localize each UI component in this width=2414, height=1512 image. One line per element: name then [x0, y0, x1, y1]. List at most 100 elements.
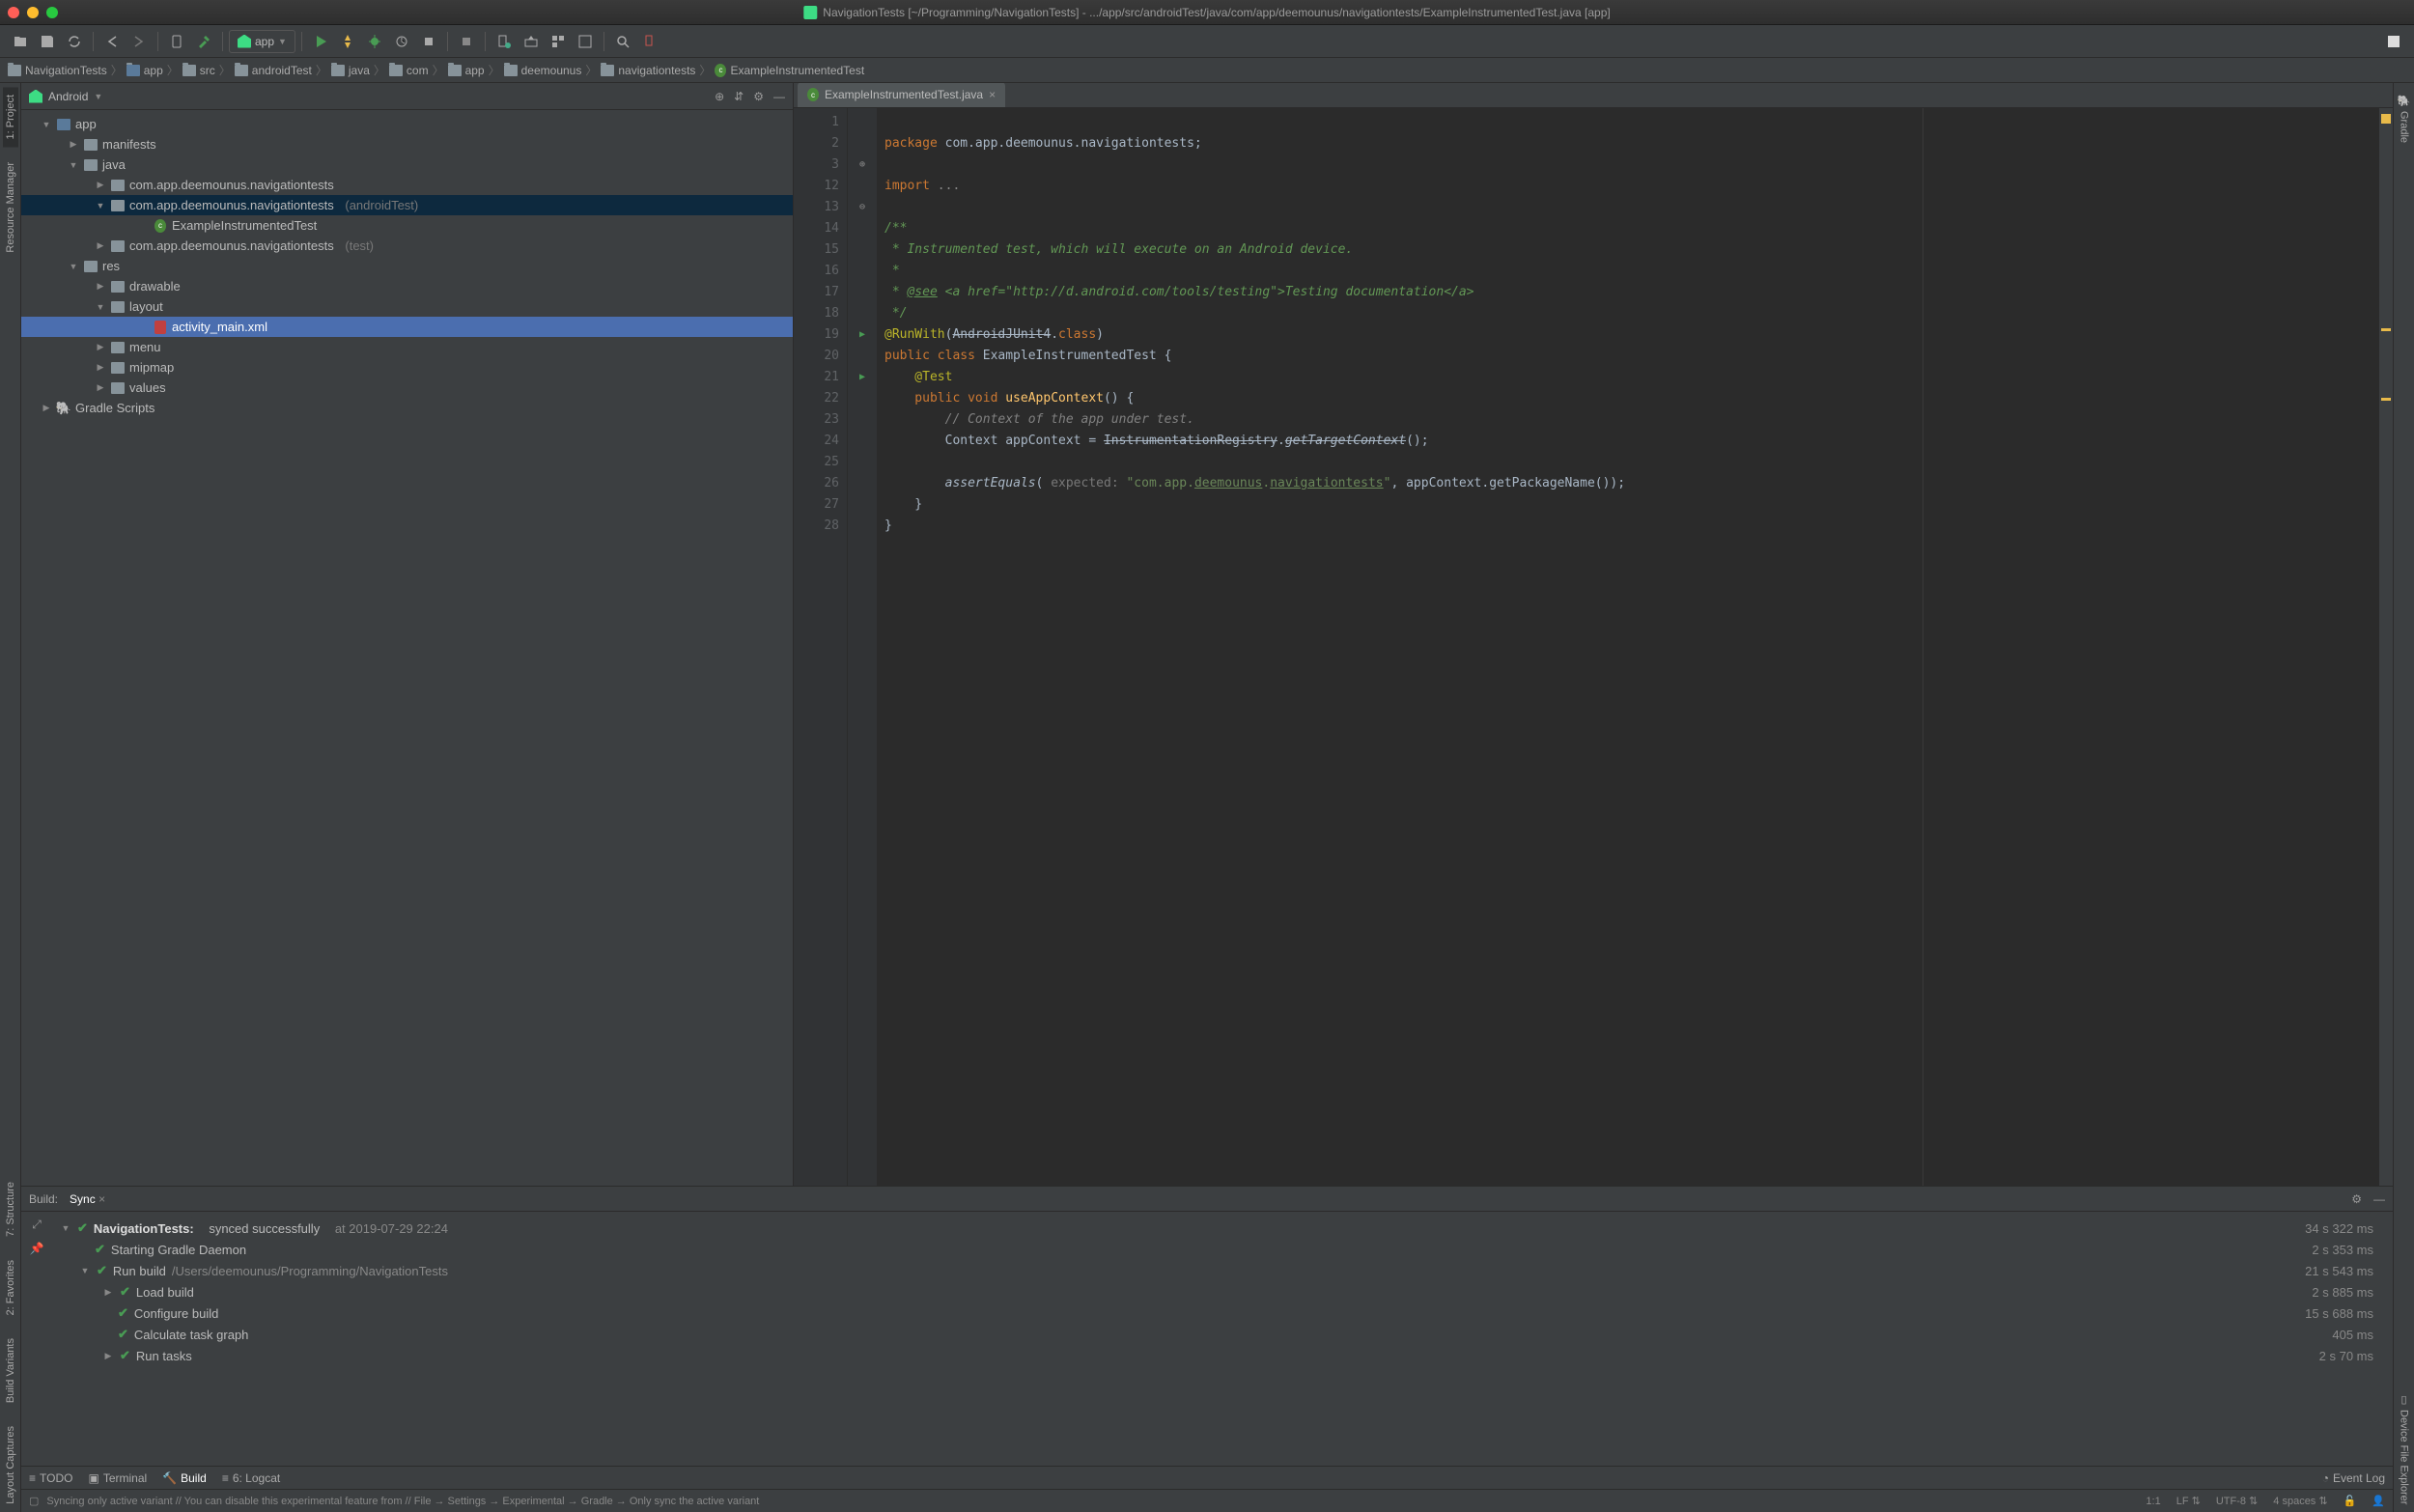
crumb-app[interactable]: app [126, 64, 163, 77]
settings-icon[interactable]: ⚙ [753, 90, 764, 103]
build-output-tree[interactable]: ▼✔NavigationTests: synced successfully a… [52, 1212, 2393, 1466]
android-icon [238, 35, 251, 48]
build-tab-build[interactable]: Build: [29, 1187, 58, 1212]
folder-icon [389, 65, 403, 76]
tree-activity-main[interactable]: activity_main.xml [21, 317, 793, 337]
folder-icon [601, 65, 614, 76]
build-pin-icon[interactable]: 📌 [30, 1242, 44, 1255]
android-icon [29, 90, 42, 103]
device-icon[interactable] [164, 29, 189, 54]
hammer-icon[interactable] [191, 29, 216, 54]
tree-drawable[interactable]: ▶drawable [21, 276, 793, 296]
crumb-src[interactable]: src [182, 64, 215, 77]
crumb-androidtest[interactable]: androidTest [235, 64, 312, 77]
tab-layout-captures[interactable]: Layout Captures [3, 1418, 18, 1512]
run-config-label: app [255, 35, 274, 48]
tree-pkg-androidtest[interactable]: ▼com.app.deemounus.navigationtests (andr… [21, 195, 793, 215]
tab-favorites[interactable]: 2: Favorites [3, 1252, 18, 1323]
sync-icon[interactable] [62, 29, 87, 54]
tree-pkg-test[interactable]: ▶com.app.deemounus.navigationtests (test… [21, 236, 793, 256]
window-close-button[interactable] [8, 7, 19, 18]
inspection-icon[interactable]: 👤 [2372, 1495, 2385, 1507]
project-view-label[interactable]: Android [48, 90, 88, 103]
status-icon[interactable]: ▢ [29, 1495, 39, 1507]
tree-values[interactable]: ▶values [21, 378, 793, 398]
titlebar: NavigationTests [~/Programming/Navigatio… [0, 0, 2414, 25]
android-studio-icon [803, 6, 817, 19]
editor-tab-label: ExampleInstrumentedTest.java [825, 88, 983, 101]
stop-profiler-icon[interactable] [637, 29, 662, 54]
line-ending[interactable]: LF ⇅ [2176, 1495, 2201, 1507]
tree-app[interactable]: ▼app [21, 114, 793, 134]
run-config-selector[interactable]: app ▼ [229, 30, 295, 53]
lock-icon[interactable]: 🔓 [2344, 1495, 2357, 1507]
build-panel: Build: Sync × ⚙ — ⤢ 📌 ▼✔NavigationTests:… [21, 1186, 2393, 1466]
tab-event-log[interactable]: ◔ Event Log [2322, 1471, 2385, 1485]
debug-icon[interactable] [362, 29, 387, 54]
crumb-navigationtests[interactable]: navigationtests [601, 64, 695, 77]
tab-project[interactable]: 1: Project [3, 87, 18, 147]
stop-icon[interactable] [454, 29, 479, 54]
code-editor[interactable]: package com.app.deemounus.navigationtest… [877, 108, 2379, 1186]
tree-gradle-scripts[interactable]: ▶🐘Gradle Scripts [21, 398, 793, 418]
tab-resource-manager[interactable]: Resource Manager [3, 154, 18, 261]
tree-res[interactable]: ▼res [21, 256, 793, 276]
tab-structure[interactable]: 7: Structure [3, 1174, 18, 1245]
apply-changes-icon[interactable] [335, 29, 360, 54]
gutter-marks: ⊕ ⊖ ▶ ▶ [848, 108, 877, 1186]
tree-layout[interactable]: ▼layout [21, 296, 793, 317]
search-icon[interactable] [610, 29, 635, 54]
open-file-icon[interactable] [8, 29, 33, 54]
crumb-deemounus[interactable]: deemounus [504, 64, 582, 77]
run-icon[interactable] [308, 29, 333, 54]
crumb-file[interactable]: cExampleInstrumentedTest [715, 64, 864, 77]
file-encoding[interactable]: UTF-8 ⇅ [2216, 1495, 2258, 1507]
tree-example-file[interactable]: cExampleInstrumentedTest [21, 215, 793, 236]
forward-icon[interactable] [126, 29, 152, 54]
build-hide-icon[interactable]: — [2373, 1192, 2385, 1206]
sdk-manager-icon[interactable] [519, 29, 544, 54]
build-expand-icon[interactable]: ⤢ [32, 1218, 42, 1232]
tab-gradle[interactable]: 🐘 Gradle [2396, 87, 2412, 151]
tree-menu[interactable]: ▶menu [21, 337, 793, 357]
tab-build[interactable]: 🔨 Build [162, 1471, 207, 1485]
class-icon: c [807, 88, 819, 101]
folder-icon [448, 65, 462, 76]
cursor-position[interactable]: 1:1 [2146, 1496, 2160, 1507]
build-settings-icon[interactable]: ⚙ [2351, 1192, 2362, 1206]
avd-manager-icon[interactable] [491, 29, 517, 54]
user-icon[interactable] [2381, 29, 2406, 54]
crumb-com[interactable]: com [389, 64, 429, 77]
crumb-project[interactable]: NavigationTests [8, 64, 107, 77]
hide-icon[interactable]: — [773, 90, 785, 103]
attach-debugger-icon[interactable] [416, 29, 441, 54]
crumb-pkg-app[interactable]: app [448, 64, 485, 77]
folder-icon [8, 65, 21, 76]
window-maximize-button[interactable] [46, 7, 58, 18]
tab-build-variants[interactable]: Build Variants [3, 1330, 18, 1411]
tree-mipmap[interactable]: ▶mipmap [21, 357, 793, 378]
tab-logcat[interactable]: ≡ 6: Logcat [222, 1471, 280, 1485]
window-minimize-button[interactable] [27, 7, 39, 18]
build-tab-sync[interactable]: Sync × [70, 1187, 105, 1212]
tab-device-file-explorer[interactable]: ▯ Device File Explorer [2396, 1386, 2412, 1512]
tree-pkg-main[interactable]: ▶com.app.deemounus.navigationtests [21, 175, 793, 195]
folder-icon [235, 65, 248, 76]
save-icon[interactable] [35, 29, 60, 54]
tab-terminal[interactable]: ▣ Terminal [88, 1471, 147, 1485]
crumb-java[interactable]: java [331, 64, 370, 77]
layout-inspector-icon[interactable] [573, 29, 598, 54]
tree-manifests[interactable]: ▶manifests [21, 134, 793, 154]
locate-icon[interactable]: ⊕ [715, 90, 724, 103]
editor-tab-example[interactable]: c ExampleInstrumentedTest.java × [798, 83, 1005, 107]
profile-icon[interactable] [389, 29, 414, 54]
tree-java[interactable]: ▼java [21, 154, 793, 175]
back-icon[interactable] [99, 29, 125, 54]
indent-setting[interactable]: 4 spaces ⇅ [2273, 1495, 2327, 1507]
project-tree[interactable]: ▼app ▶manifests ▼java ▶com.app.deemounus… [21, 110, 793, 1186]
tab-todo[interactable]: ≡ TODO [29, 1471, 72, 1485]
status-message: Syncing only active variant // You can d… [46, 1496, 759, 1507]
close-tab-icon[interactable]: × [989, 88, 996, 101]
collapse-icon[interactable]: ⇵ [734, 90, 744, 103]
resource-manager-icon[interactable] [546, 29, 571, 54]
